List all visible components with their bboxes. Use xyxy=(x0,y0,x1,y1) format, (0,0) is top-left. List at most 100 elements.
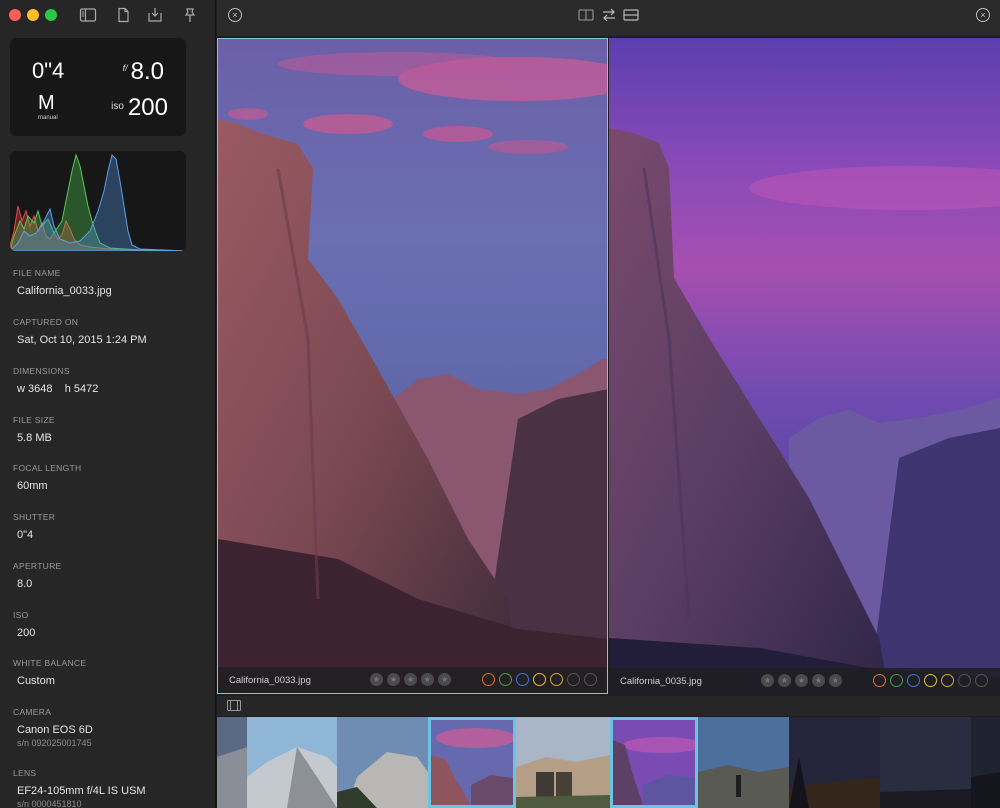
meta-file-size: FILE SIZE 5.8 MB xyxy=(13,415,213,444)
meta-shutter: SHUTTER 0"4 xyxy=(13,512,213,541)
star-icon[interactable]: ★ xyxy=(370,673,383,686)
photo-right-filename: California_0035.jpg xyxy=(620,676,702,687)
compare-photo-right[interactable]: California_0035.jpg ★ ★ ★ ★ ★ xyxy=(609,38,1000,694)
filmstrip-thumb[interactable] xyxy=(217,717,247,808)
filmstrip-thumb[interactable] xyxy=(516,717,610,808)
star-icon[interactable]: ★ xyxy=(829,674,842,687)
photo-right-stars: ★ ★ ★ ★ ★ xyxy=(761,674,842,687)
filmstrip-thumb[interactable] xyxy=(880,717,971,808)
close-left-icon[interactable]: × xyxy=(228,8,242,22)
compare-photo-left[interactable]: California_0033.jpg ★ ★ ★ ★ ★ xyxy=(217,38,608,694)
iso-prefix: iso xyxy=(111,101,124,112)
zoom-window-button[interactable] xyxy=(45,9,57,21)
meta-label: WHITE BALANCE xyxy=(13,658,87,668)
stacked-view-icon[interactable] xyxy=(622,7,640,23)
photo-left-image xyxy=(218,39,607,693)
color-label-gold[interactable] xyxy=(550,673,563,686)
filmstrip-thumb[interactable] xyxy=(789,717,880,808)
star-icon[interactable]: ★ xyxy=(387,673,400,686)
color-label-yellow[interactable] xyxy=(533,673,546,686)
sidebar-toggle-icon[interactable] xyxy=(79,6,97,24)
star-icon[interactable]: ★ xyxy=(812,674,825,687)
color-label-gray[interactable] xyxy=(584,673,597,686)
meta-captured-on: CAPTURED ON Sat, Oct 10, 2015 1:24 PM xyxy=(13,317,213,346)
filmstrip-thumb[interactable] xyxy=(247,717,337,808)
filmstrip-thumb[interactable] xyxy=(971,717,1000,808)
meta-label: FILE NAME xyxy=(13,268,61,278)
filmstrip-icon[interactable] xyxy=(227,700,241,711)
photo-left-stars: ★ ★ ★ ★ ★ xyxy=(370,673,451,686)
meta-value: Canon EOS 6D xyxy=(17,724,93,736)
exif-mode: M xyxy=(38,92,55,114)
star-icon[interactable]: ★ xyxy=(404,673,417,686)
fstop-value: 8.0 xyxy=(130,58,164,85)
color-label-blue[interactable] xyxy=(516,673,529,686)
meta-white-balance: WHITE BALANCE Custom xyxy=(13,658,213,687)
color-label-green[interactable] xyxy=(890,674,903,687)
filmstrip-thumb-selected-right[interactable] xyxy=(610,717,698,808)
swap-icon[interactable] xyxy=(600,7,618,23)
color-label-blue[interactable] xyxy=(907,674,920,687)
photo-left-filename: California_0033.jpg xyxy=(229,675,311,686)
star-icon[interactable]: ★ xyxy=(421,673,434,686)
meta-iso: ISO 200 xyxy=(13,610,213,639)
star-icon[interactable]: ★ xyxy=(438,673,451,686)
meta-label: FOCAL LENGTH xyxy=(13,463,82,473)
exif-iso: iso 200 xyxy=(111,94,168,122)
document-icon[interactable] xyxy=(114,6,132,24)
meta-label: CAPTURED ON xyxy=(13,317,79,327)
photo-left-footer: California_0033.jpg ★ ★ ★ ★ ★ xyxy=(218,667,607,693)
fstop-prefix: f/ xyxy=(122,63,128,73)
filmstrip-thumb-selected-left[interactable] xyxy=(428,717,516,808)
photo-right-color-labels xyxy=(873,674,988,687)
meta-value: 0"4 xyxy=(17,529,34,541)
meta-lens: LENS EF24-105mm f/4L IS USM s/n 00004518… xyxy=(13,768,213,808)
color-label-gold[interactable] xyxy=(941,674,954,687)
pin-icon[interactable] xyxy=(181,6,199,24)
import-icon[interactable] xyxy=(146,6,164,24)
sidebar: 0"4 f/8.0 M manual iso 200 FILE NAME Cali… xyxy=(0,0,216,808)
filmstrip-thumb[interactable] xyxy=(337,717,428,808)
close-right-icon[interactable]: × xyxy=(976,8,990,22)
compare-toolbar: × × xyxy=(217,0,1000,36)
meta-label: APERTURE xyxy=(13,561,62,571)
filmstrip xyxy=(217,717,1000,808)
meta-value: EF24-105mm f/4L IS USM xyxy=(17,785,146,797)
meta-label: LENS xyxy=(13,768,37,778)
color-label-yellow[interactable] xyxy=(924,674,937,687)
color-label-orange[interactable] xyxy=(482,673,495,686)
color-label-orange[interactable] xyxy=(873,674,886,687)
color-label-gray[interactable] xyxy=(567,673,580,686)
photo-right-footer: California_0035.jpg ★ ★ ★ ★ ★ xyxy=(609,668,1000,694)
meta-value: Custom xyxy=(17,675,55,687)
filmstrip-toolbar xyxy=(217,696,1000,716)
color-label-gray[interactable] xyxy=(975,674,988,687)
star-icon[interactable]: ★ xyxy=(795,674,808,687)
star-icon[interactable]: ★ xyxy=(761,674,774,687)
meta-focal-length: FOCAL LENGTH 60mm xyxy=(13,463,213,492)
meta-sub: s/n 092025001745 xyxy=(17,738,92,748)
filmstrip-thumb[interactable] xyxy=(698,717,789,808)
meta-file-name: FILE NAME California_0033.jpg xyxy=(13,268,213,297)
photo-left-color-labels xyxy=(482,673,597,686)
meta-dimensions: DIMENSIONS w 3648 h 5472 xyxy=(13,366,213,395)
meta-label: CAMERA xyxy=(13,707,52,717)
color-label-green[interactable] xyxy=(499,673,512,686)
meta-value: 5.8 MB xyxy=(17,432,52,444)
close-window-button[interactable] xyxy=(9,9,21,21)
histogram xyxy=(10,151,186,251)
exif-summary-panel: 0"4 f/8.0 M manual iso 200 xyxy=(10,38,186,136)
iso-value: 200 xyxy=(127,94,168,121)
meta-label: DIMENSIONS xyxy=(13,366,70,376)
split-view-icon[interactable] xyxy=(577,7,595,23)
meta-value: Sat, Oct 10, 2015 1:24 PM xyxy=(17,334,147,346)
titlebar xyxy=(0,0,215,30)
meta-value: w 3648 h 5472 xyxy=(17,383,99,395)
meta-camera: CAMERA Canon EOS 6D s/n 092025001745 xyxy=(13,707,213,748)
minimize-window-button[interactable] xyxy=(27,9,39,21)
meta-sub: s/n 0000451810 xyxy=(17,799,82,808)
color-label-gray[interactable] xyxy=(958,674,971,687)
star-icon[interactable]: ★ xyxy=(778,674,791,687)
meta-label: ISO xyxy=(13,610,29,620)
exif-mode-sub: manual xyxy=(38,115,58,121)
